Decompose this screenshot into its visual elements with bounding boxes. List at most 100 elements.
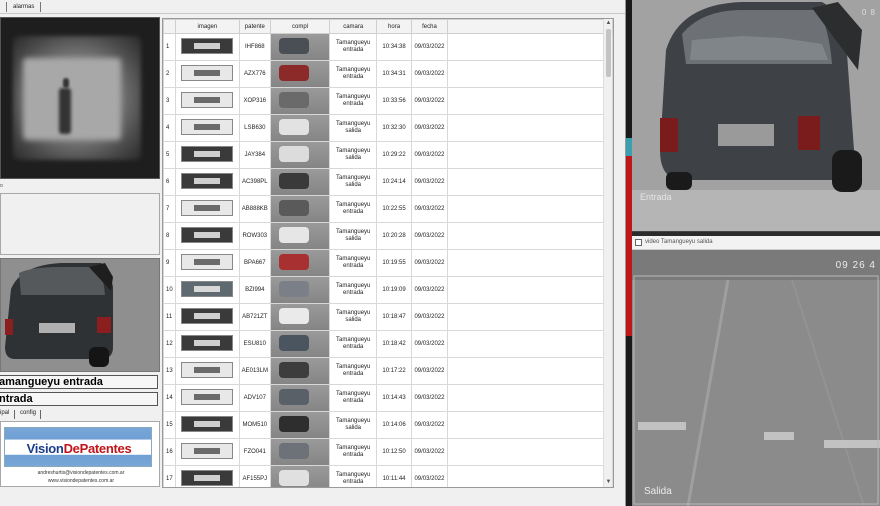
plate-thumbnail[interactable] xyxy=(174,141,240,169)
plate-thumbnail[interactable] xyxy=(174,438,240,466)
scroll-down-icon[interactable]: ▼ xyxy=(605,479,612,486)
vehicle-thumbnail[interactable] xyxy=(269,357,331,385)
table-row[interactable]: 5 JAY384 Tamangueyu salida 10:29:22 09/03/20… xyxy=(163,141,613,169)
cell-camara: Tamangueyu salida xyxy=(329,141,378,169)
row-number: 2 xyxy=(163,60,176,88)
cell-camara: Tamangueyu entrada xyxy=(329,249,378,277)
vehicle-thumbnail[interactable] xyxy=(269,222,331,250)
table-row[interactable]: 4 LSB630 Tamangueyu salida 10:32:30 09/03/20… xyxy=(163,114,613,142)
col-header-camara[interactable]: camara xyxy=(329,19,378,34)
table-row[interactable]: 3 XOP316 Tamangueyu entrada 10:33:56 09/03/2… xyxy=(163,87,613,115)
table-row[interactable]: 17 AF155PJ Tamangueyu entrada 10:11:44 09/03… xyxy=(163,465,613,487)
row-number: 6 xyxy=(163,168,176,196)
cell-camara: Tamangueyu entrada xyxy=(329,357,378,385)
scroll-up-icon[interactable]: ▲ xyxy=(605,20,612,27)
scroll-thumb[interactable] xyxy=(606,29,611,77)
cell-camara: Tamangueyu entrada xyxy=(329,195,378,223)
contact-email: andreshurtis@visiondepatentes.com.ar xyxy=(37,470,125,476)
table-row[interactable]: 10 BZI994 Tamangueyu entrada 10:19:09 09/03/… xyxy=(163,276,613,304)
cell-empty xyxy=(446,330,613,358)
cell-empty xyxy=(446,60,613,88)
cell-hora: 10:22:55 xyxy=(376,195,412,223)
col-header-patente[interactable]: patente xyxy=(238,19,271,34)
col-header-hora[interactable]: hora xyxy=(376,19,412,34)
vehicle-thumbnail[interactable] xyxy=(269,276,331,304)
plate-thumbnail[interactable] xyxy=(174,222,240,250)
vehicle-image xyxy=(0,258,160,372)
cell-fecha: 09/03/2022 xyxy=(410,33,448,61)
plate-thumbnail[interactable] xyxy=(174,33,240,61)
plate-thumbnail-image xyxy=(181,119,234,135)
tab-alarmas[interactable]: alarmas xyxy=(10,2,37,12)
vehicle-thumbnail[interactable] xyxy=(269,33,331,61)
cell-patente: ADV107 xyxy=(238,384,271,412)
cell-patente: FZO041 xyxy=(238,438,271,466)
vehicle-thumbnail[interactable] xyxy=(269,141,331,169)
plate-thumbnail[interactable] xyxy=(174,411,240,439)
table-row[interactable]: 8 ROW303 Tamangueyu salida 10:20:28 09/03/20… xyxy=(163,222,613,250)
cell-patente: AB721ZT xyxy=(238,303,271,331)
table-row[interactable]: 16 FZO041 Tamangueyu entrada 10:12:50 09/03/… xyxy=(163,438,613,466)
table-row[interactable]: 2 AZX776 Tamangueyu entrada 10:34:31 09/03/2… xyxy=(163,60,613,88)
plate-thumbnail[interactable] xyxy=(174,384,240,412)
col-header-imagen[interactable]: imagen xyxy=(174,19,240,34)
plate-thumbnail[interactable] xyxy=(174,357,240,385)
plate-thumbnail[interactable] xyxy=(174,60,240,88)
plate-thumbnail[interactable] xyxy=(174,114,240,142)
row-number: 16 xyxy=(163,438,176,466)
cell-fecha: 09/03/2022 xyxy=(410,114,448,142)
vehicle-thumbnail[interactable] xyxy=(269,168,331,196)
row-number: 14 xyxy=(163,384,176,412)
plate-thumbnail[interactable] xyxy=(174,87,240,115)
tab-separator xyxy=(14,410,15,419)
vehicle-thumbnail[interactable] xyxy=(269,87,331,115)
plate-thumbnail-image xyxy=(181,92,234,108)
vehicle-thumbnail[interactable] xyxy=(269,114,331,142)
cell-fecha: 09/03/2022 xyxy=(410,141,448,169)
cell-fecha: 09/03/2022 xyxy=(410,60,448,88)
brand-panel: VisionDePatentes andreshurtis@visiondepa… xyxy=(0,421,160,487)
tab-config[interactable]: config xyxy=(20,410,36,416)
table-row[interactable]: 13 AE013LM Tamangueyu entrada 10:17:22 09/03… xyxy=(163,357,613,385)
table-row[interactable]: 9 BPA667 Tamangueyu entrada 10:19:55 09/03/2… xyxy=(163,249,613,277)
table-row[interactable]: 7 AB888KB Tamangueyu entrada 10:22:55 09/03/… xyxy=(163,195,613,223)
plate-thumbnail[interactable] xyxy=(174,168,240,196)
vehicle-thumbnail[interactable] xyxy=(269,384,331,412)
salida-feed-graphic xyxy=(632,250,880,506)
vehicle-thumbnail[interactable] xyxy=(269,411,331,439)
cell-hora: 10:12:50 xyxy=(376,438,412,466)
salida-window-titlebar[interactable]: video Tamangueyu salida xyxy=(632,236,880,250)
cell-empty xyxy=(446,114,613,142)
plate-thumbnail[interactable] xyxy=(174,465,240,487)
plate-thumbnail[interactable] xyxy=(174,276,240,304)
cell-patente: ESU810 xyxy=(238,330,271,358)
vehicle-thumbnail[interactable] xyxy=(269,303,331,331)
col-header-fecha[interactable]: fecha xyxy=(410,19,448,34)
table-row[interactable]: 6 AC398PL Tamangueyu salida 10:24:14 09/03/2… xyxy=(163,168,613,196)
table-scrollbar[interactable]: ▲ ▼ xyxy=(603,19,612,487)
plate-thumbnail-image xyxy=(181,281,234,297)
vehicle-thumbnail[interactable] xyxy=(269,195,331,223)
vehicle-thumbnail[interactable] xyxy=(269,438,331,466)
table-row[interactable]: 11 AB721ZT Tamangueyu salida 10:18:47 09/03/… xyxy=(163,303,613,331)
cell-empty xyxy=(446,141,613,169)
vehicle-thumbnail[interactable] xyxy=(269,465,331,487)
vehicle-thumbnail[interactable] xyxy=(269,60,331,88)
col-header-compl[interactable]: compl xyxy=(269,19,331,34)
cell-patente: AE013LM xyxy=(238,357,271,385)
bottom-tab-bar: ipal config xyxy=(0,409,160,421)
table-row[interactable]: 15 MOM510 Tamangueyu salida 10:14:06 09/03/2… xyxy=(163,411,613,439)
vehicle-thumbnail[interactable] xyxy=(269,330,331,358)
vehicle-thumbnail[interactable] xyxy=(269,249,331,277)
plate-thumbnail[interactable] xyxy=(174,303,240,331)
tab-principal[interactable]: ipal xyxy=(0,410,9,416)
cell-empty xyxy=(446,384,613,412)
table-row[interactable]: 12 ESU810 Tamangueyu entrada 10:18:42 09/03/… xyxy=(163,330,613,358)
cell-hora: 10:14:06 xyxy=(376,411,412,439)
table-row[interactable]: 14 ADV107 Tamangueyu entrada 10:14:43 09/03/… xyxy=(163,384,613,412)
plate-thumbnail[interactable] xyxy=(174,195,240,223)
plate-thumbnail[interactable] xyxy=(174,249,240,277)
cell-hora: 10:34:38 xyxy=(376,33,412,61)
plate-thumbnail[interactable] xyxy=(174,330,240,358)
table-row[interactable]: 1 IHF868 Tamangueyu entrada 10:34:38 09/03/2… xyxy=(163,33,613,61)
